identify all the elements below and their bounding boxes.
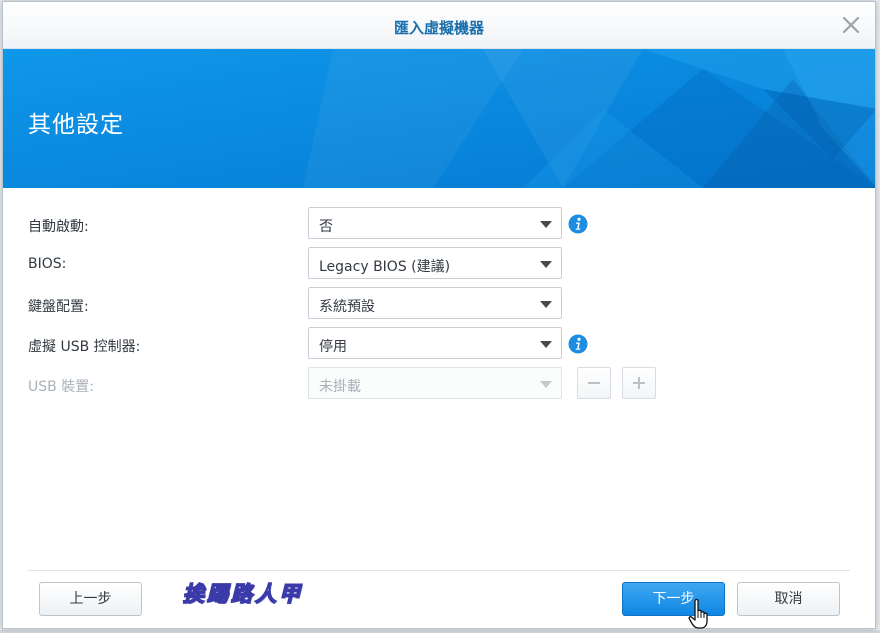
watermark: 挨踢路人甲 <box>182 580 303 607</box>
info-icon[interactable] <box>568 334 588 354</box>
autostart-label: 自動啟動: <box>28 219 89 235</box>
keyboard-select[interactable]: 系統預設 <box>308 287 562 319</box>
remove-usb-button <box>577 367 611 399</box>
caret-down-icon <box>540 221 552 228</box>
autostart-select[interactable]: 否 <box>308 207 562 239</box>
back-button[interactable]: 上一步 <box>39 582 142 616</box>
keyboard-value: 系統預設 <box>319 299 375 315</box>
keyboard-label: 鍵盤配置: <box>28 299 89 315</box>
bios-value: Legacy BIOS (建議) <box>319 259 451 275</box>
add-usb-button <box>622 367 656 399</box>
dialog-title: 匯入虛擬機器 <box>393 19 484 37</box>
usb-device-select: 未掛載 <box>308 367 562 399</box>
close-icon[interactable] <box>839 13 863 37</box>
bios-label: BIOS: <box>28 256 67 272</box>
info-icon[interactable] <box>568 214 588 234</box>
caret-down-icon <box>540 341 552 348</box>
row-bios: BIOS: Legacy BIOS (建議) <box>3 247 875 281</box>
footer-divider <box>28 570 850 571</box>
cancel-button[interactable]: 取消 <box>737 582 840 616</box>
caret-down-icon <box>540 261 552 268</box>
usb-device-value: 未掛載 <box>319 379 361 395</box>
banner-title: 其他設定 <box>28 112 124 138</box>
row-usb-controller: 虛擬 USB 控制器: 停用 <box>3 327 875 361</box>
plus-icon <box>633 377 645 389</box>
caret-down-icon <box>540 301 552 308</box>
minus-icon <box>588 382 600 384</box>
caret-down-icon <box>540 381 552 388</box>
banner: 其他設定 <box>3 49 875 188</box>
autostart-value: 否 <box>319 219 333 235</box>
usb-controller-select[interactable]: 停用 <box>308 327 562 359</box>
row-usb-device: USB 裝置: 未掛載 <box>3 367 875 401</box>
banner-background <box>3 49 875 188</box>
usb-controller-value: 停用 <box>319 339 347 355</box>
row-keyboard: 鍵盤配置: 系統預設 <box>3 287 875 321</box>
usb-device-label: USB 裝置: <box>28 379 94 395</box>
usb-controller-label: 虛擬 USB 控制器: <box>28 339 141 355</box>
import-vm-dialog: 匯入虛擬機器 其他設定 自動啟動: 否 BIOS: Legacy BIOS (建… <box>2 1 876 629</box>
bios-select[interactable]: Legacy BIOS (建議) <box>308 247 562 279</box>
title-bar: 匯入虛擬機器 <box>3 2 875 49</box>
hand-cursor-icon <box>688 598 708 629</box>
row-autostart: 自動啟動: 否 <box>3 207 875 241</box>
